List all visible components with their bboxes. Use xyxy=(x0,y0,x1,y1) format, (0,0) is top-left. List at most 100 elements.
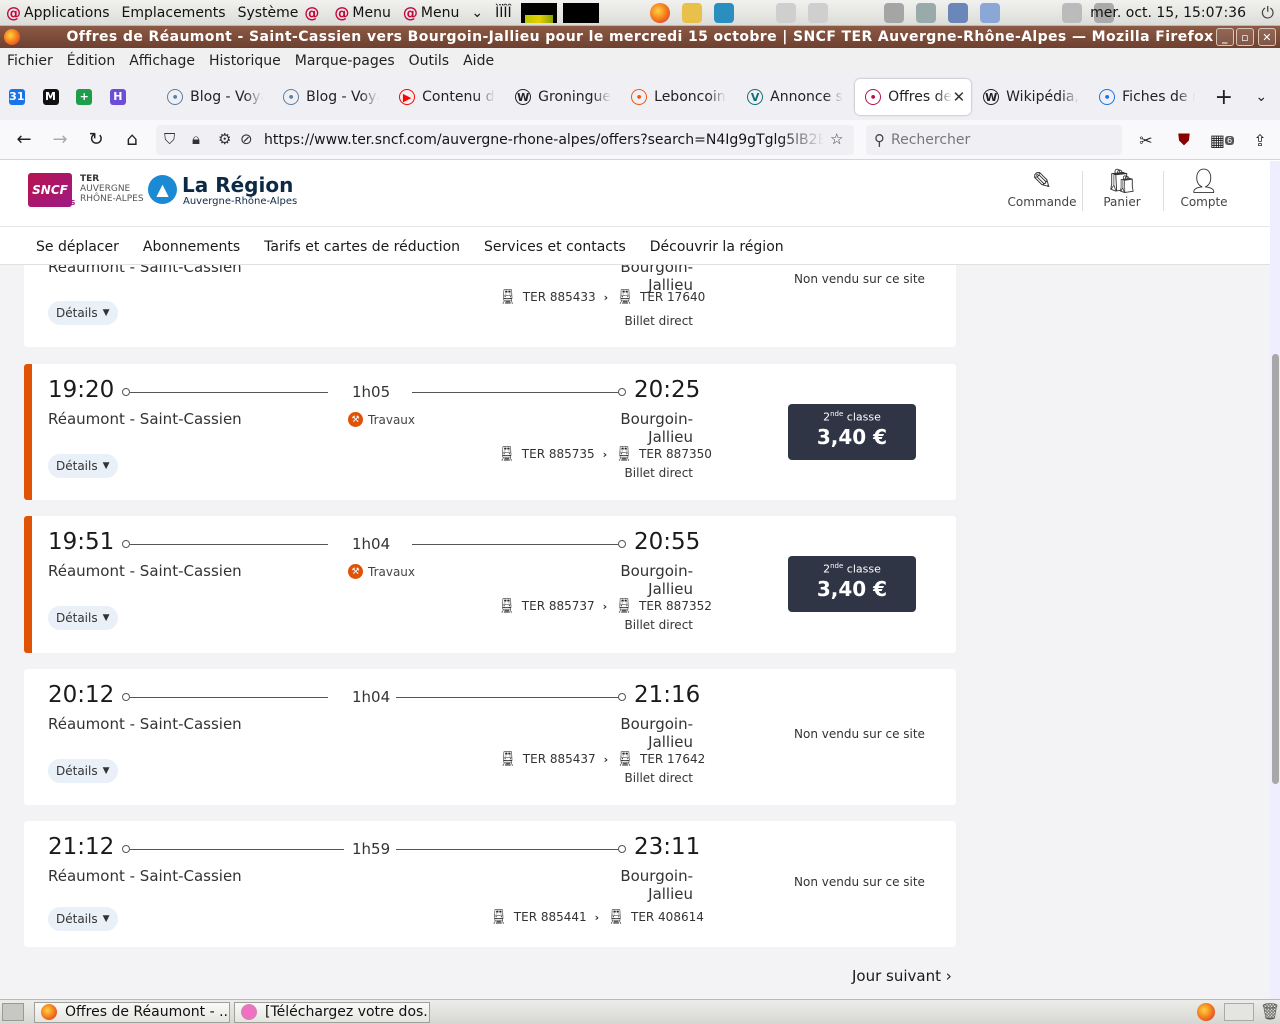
tracking-icon[interactable]: ⊘ xyxy=(240,130,253,148)
details-button[interactable]: Détails ▼ xyxy=(48,907,118,931)
nav-abonnements[interactable]: Abonnements xyxy=(131,239,252,255)
menu-aide[interactable]: Aide xyxy=(456,53,501,69)
applications-menu[interactable]: @ Applications xyxy=(0,0,116,26)
back-button[interactable]: ← xyxy=(6,120,42,160)
network-icon[interactable] xyxy=(775,2,796,23)
sleep-icon[interactable] xyxy=(1061,2,1082,23)
pinned-tab-sheets[interactable]: + xyxy=(67,74,101,120)
page-scrollbar[interactable] xyxy=(1270,161,1280,999)
journey-card[interactable]: 20:12 1h04 21:16 Réaumont - Saint-Cassien Bo… xyxy=(24,669,956,805)
works-alert[interactable]: ⚒ Travaux xyxy=(348,564,415,579)
menu-1[interactable]: @ Menu xyxy=(328,0,396,26)
search-box[interactable]: ⚲ xyxy=(866,125,1122,155)
url-bar[interactable]: ⛉ 🔒︎ ⚙ ⊘ https://www.ter.sncf.com/auverg… xyxy=(156,125,854,155)
works-alert[interactable]: ⚒ Travaux xyxy=(348,412,415,427)
extensions-icon[interactable]: ▦ 6 xyxy=(1210,128,1235,152)
price-value: 3,40 € xyxy=(816,576,888,601)
home-button[interactable]: ⌂ xyxy=(114,120,150,160)
duration: 1h05 xyxy=(352,383,391,401)
menu-edition[interactable]: Édition xyxy=(60,53,122,69)
network-icon[interactable] xyxy=(807,2,828,23)
details-button[interactable]: Détails ▼ xyxy=(48,454,118,478)
tab-label: Blog - Voya xyxy=(190,89,264,105)
region-logo-icon[interactable]: ▲ xyxy=(148,175,177,204)
menu-fichier[interactable]: Fichier xyxy=(0,53,60,69)
monitor-icon[interactable] xyxy=(883,2,904,23)
details-button[interactable]: Détails ▼ xyxy=(48,301,118,325)
search-input[interactable] xyxy=(891,132,1111,148)
search-tool-icon[interactable] xyxy=(947,2,968,23)
places-menu[interactable]: Emplacements xyxy=(116,0,232,26)
scrollbar-thumb[interactable] xyxy=(1272,354,1279,784)
menu-outils[interactable]: Outils xyxy=(402,53,456,69)
ublock-icon[interactable]: ⛊ xyxy=(1172,128,1196,152)
account-button[interactable]: 👤︎ Compte xyxy=(1164,167,1244,209)
vscode-launcher-icon[interactable] xyxy=(713,2,734,23)
bookmark-star-icon[interactable]: ☆ xyxy=(830,130,843,148)
tab-4[interactable]: • Leboncoin xyxy=(621,74,737,120)
tab-2[interactable]: ▶ Contenu de xyxy=(389,74,505,120)
reload-button[interactable]: ↻ xyxy=(78,120,114,160)
cart-button[interactable]: 🛍︎ Panier xyxy=(1082,167,1162,209)
menu-affichage[interactable]: Affichage xyxy=(122,53,202,69)
lock-icon[interactable]: 🔒︎ xyxy=(192,130,200,148)
pinned-tab-m[interactable]: M xyxy=(34,74,68,120)
screenshot-extension-icon[interactable]: ✂ xyxy=(1134,128,1158,152)
pinned-tab-calendar[interactable]: 31 xyxy=(0,74,34,120)
price-button[interactable]: 2nde classe 3,40 € xyxy=(788,404,916,460)
nav-decouvrir[interactable]: Découvrir la région xyxy=(638,239,796,255)
volume-icon[interactable] xyxy=(915,2,936,23)
trash-icon[interactable]: 🗑︎ xyxy=(1260,1002,1280,1021)
power-icon[interactable]: ⏻ xyxy=(1261,3,1274,23)
menu-historique[interactable]: Historique xyxy=(202,53,288,69)
chevron-down-icon[interactable]: ⌄ xyxy=(465,0,489,26)
details-button[interactable]: Détails ▼ xyxy=(48,759,118,783)
shield-icon[interactable]: ⛉ xyxy=(164,130,175,148)
price-button[interactable]: 2nde classe 3,40 € xyxy=(788,556,916,612)
journey-card[interactable]: 21:12 1h59 23:11 Réaumont - Saint-Cassien Bo… xyxy=(24,821,956,947)
journey-card[interactable]: 19:51 1h04 20:55 Réaumont - Saint-Cassien Bo… xyxy=(24,516,956,653)
tab-8[interactable]: • Fiches de n xyxy=(1089,74,1205,120)
menu-2[interactable]: @ Menu xyxy=(397,0,465,26)
pinned-tab-h[interactable]: H xyxy=(101,74,135,120)
details-button[interactable]: Détails ▼ xyxy=(48,606,118,630)
departure-time: 20:12 xyxy=(48,682,115,708)
tab-0[interactable]: • Blog - Voya xyxy=(157,74,273,120)
tab-list-button[interactable]: ⌄ xyxy=(1243,89,1280,105)
new-tab-button[interactable]: + xyxy=(1205,85,1242,110)
system-menu[interactable]: Système @ xyxy=(232,0,329,26)
tab-7[interactable]: W Wikipédia, l xyxy=(973,74,1089,120)
battery-icon[interactable] xyxy=(979,2,1000,23)
gimp-launcher-icon[interactable] xyxy=(681,2,702,23)
url-text[interactable]: https://www.ter.sncf.com/auvergne-rhone-… xyxy=(264,132,824,148)
tab-6[interactable]: • Offres de ✕ xyxy=(855,79,972,115)
nav-se-deplacer[interactable]: Se déplacer xyxy=(24,239,131,255)
share-icon[interactable]: ⇪ xyxy=(1248,128,1272,152)
train-number: TER 887352 xyxy=(638,599,712,613)
tab-1[interactable]: • Blog - Voya xyxy=(273,74,389,120)
departure-dot xyxy=(122,845,130,853)
price-value: 3,40 € xyxy=(816,424,888,449)
clock[interactable]: mer. oct. 15, 15:07:36 xyxy=(1090,0,1246,26)
order-button[interactable]: ✎ Commande xyxy=(1002,167,1082,209)
permissions-icon[interactable]: ⚙ xyxy=(218,130,231,148)
tab-3[interactable]: W Groningue xyxy=(505,74,621,120)
workspace-switcher[interactable] xyxy=(1224,1003,1254,1021)
nav-services[interactable]: Services et contacts xyxy=(472,239,638,255)
workspace-firefox-icon[interactable] xyxy=(1197,1003,1215,1021)
close-tab-icon[interactable]: ✕ xyxy=(953,88,966,106)
debian-icon: @ xyxy=(6,3,21,22)
forward-button[interactable]: → xyxy=(42,120,78,160)
firefox-launcher-icon[interactable] xyxy=(649,2,670,23)
taskbar-window-offres[interactable]: Offres de Réaumont - ... xyxy=(34,1001,230,1023)
tab-5[interactable]: V Annonce su xyxy=(737,74,853,120)
maximize-button[interactable]: ▫ xyxy=(1236,28,1254,46)
journey-card[interactable]: 19:20 1h05 20:25 Réaumont - Saint-Cassien Bo… xyxy=(24,364,956,500)
next-day-link[interactable]: Jour suivant › xyxy=(852,967,952,985)
close-window-button[interactable]: ✕ xyxy=(1258,28,1276,46)
nav-tarifs[interactable]: Tarifs et cartes de réduction xyxy=(252,239,472,255)
menu-marque-pages[interactable]: Marque-pages xyxy=(288,53,402,69)
minimize-button[interactable]: _ xyxy=(1216,28,1234,46)
taskbar-window-telechargez[interactable]: [Téléchargez votre dos... xyxy=(234,1001,430,1023)
show-desktop-icon[interactable] xyxy=(2,1003,24,1021)
